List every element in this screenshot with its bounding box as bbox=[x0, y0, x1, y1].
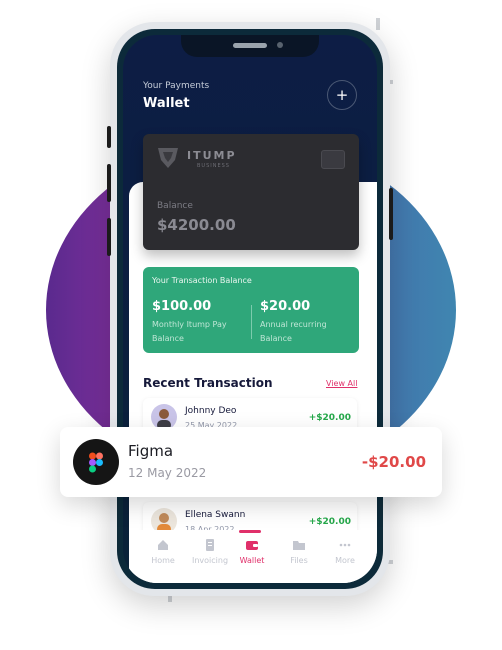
annual-amount: $20.00 bbox=[260, 299, 311, 314]
header-subtitle: Your Payments bbox=[143, 81, 210, 91]
view-all-link[interactable]: View All bbox=[326, 379, 357, 388]
annual-description: Annual recurring Balance bbox=[260, 320, 327, 343]
tab-home[interactable]: Home bbox=[141, 538, 185, 565]
tab-wallet[interactable]: Wallet bbox=[230, 538, 274, 565]
transaction-balance-title: Your Transaction Balance bbox=[152, 276, 252, 285]
figma-name: Figma bbox=[128, 442, 174, 460]
plus-icon: + bbox=[335, 86, 349, 104]
figma-transaction-card[interactable]: Figma 12 May 2022 -$20.00 bbox=[60, 427, 442, 497]
monthly-amount: $100.00 bbox=[152, 299, 212, 314]
tab-label: Home bbox=[151, 556, 175, 565]
balance-label: Balance bbox=[157, 201, 193, 211]
transaction-amount: +$20.00 bbox=[308, 517, 351, 527]
card-brand: ITUMP bbox=[187, 149, 237, 162]
tab-label: Wallet bbox=[239, 556, 265, 565]
monthly-description: Monthly Itump Pay Balance bbox=[152, 320, 227, 343]
phone-frame: Your Payments Wallet + ITUMP BUSINESS Ba… bbox=[107, 22, 393, 596]
transaction-name: Johnny Deo bbox=[185, 406, 237, 416]
phone-notch bbox=[181, 35, 319, 57]
phone-side-button bbox=[107, 218, 111, 256]
divider bbox=[251, 305, 252, 339]
phone-side-button bbox=[107, 164, 111, 202]
lion-logo-icon bbox=[158, 148, 178, 168]
figma-date: 12 May 2022 bbox=[128, 466, 207, 480]
balance-amount: $4200.00 bbox=[157, 216, 236, 234]
folder-icon bbox=[293, 541, 305, 550]
invoice-icon bbox=[206, 539, 214, 551]
transaction-balance-card[interactable]: Your Transaction Balance $100.00 Monthly… bbox=[143, 267, 359, 353]
speaker bbox=[233, 43, 267, 48]
active-tab-indicator bbox=[239, 530, 261, 533]
transaction-name: Ellena Swann bbox=[185, 510, 246, 520]
tab-label: More bbox=[335, 556, 355, 565]
tab-label: Invoicing bbox=[191, 556, 229, 565]
bottom-tab-bar: Home Invoicing Wallet Files More bbox=[129, 530, 377, 583]
front-camera bbox=[277, 42, 283, 48]
phone-side-button bbox=[389, 188, 393, 240]
add-button[interactable]: + bbox=[327, 80, 357, 110]
card-chip-icon bbox=[321, 150, 345, 169]
tab-more[interactable]: More bbox=[323, 538, 367, 565]
recent-transaction-title: Recent Transaction bbox=[143, 376, 273, 390]
phone-side-button bbox=[107, 126, 111, 148]
tab-invoicing[interactable]: Invoicing bbox=[188, 538, 232, 565]
more-icon bbox=[339, 543, 351, 547]
wallet-icon bbox=[246, 541, 258, 550]
frame-tick bbox=[376, 18, 380, 30]
tab-files[interactable]: Files bbox=[277, 538, 321, 565]
figma-amount: -$20.00 bbox=[361, 453, 426, 471]
home-icon bbox=[158, 540, 168, 550]
card-brand-sub: BUSINESS bbox=[197, 163, 230, 169]
app-screen: Your Payments Wallet + ITUMP BUSINESS Ba… bbox=[123, 35, 377, 583]
page-title: Wallet bbox=[143, 96, 190, 111]
tab-label: Files bbox=[290, 556, 308, 565]
phone-bezel: Your Payments Wallet + ITUMP BUSINESS Ba… bbox=[117, 29, 383, 589]
balance-card[interactable]: ITUMP BUSINESS Balance $4200.00 bbox=[143, 134, 359, 250]
figma-logo-icon bbox=[73, 439, 119, 485]
transaction-amount: +$20.00 bbox=[308, 413, 351, 423]
